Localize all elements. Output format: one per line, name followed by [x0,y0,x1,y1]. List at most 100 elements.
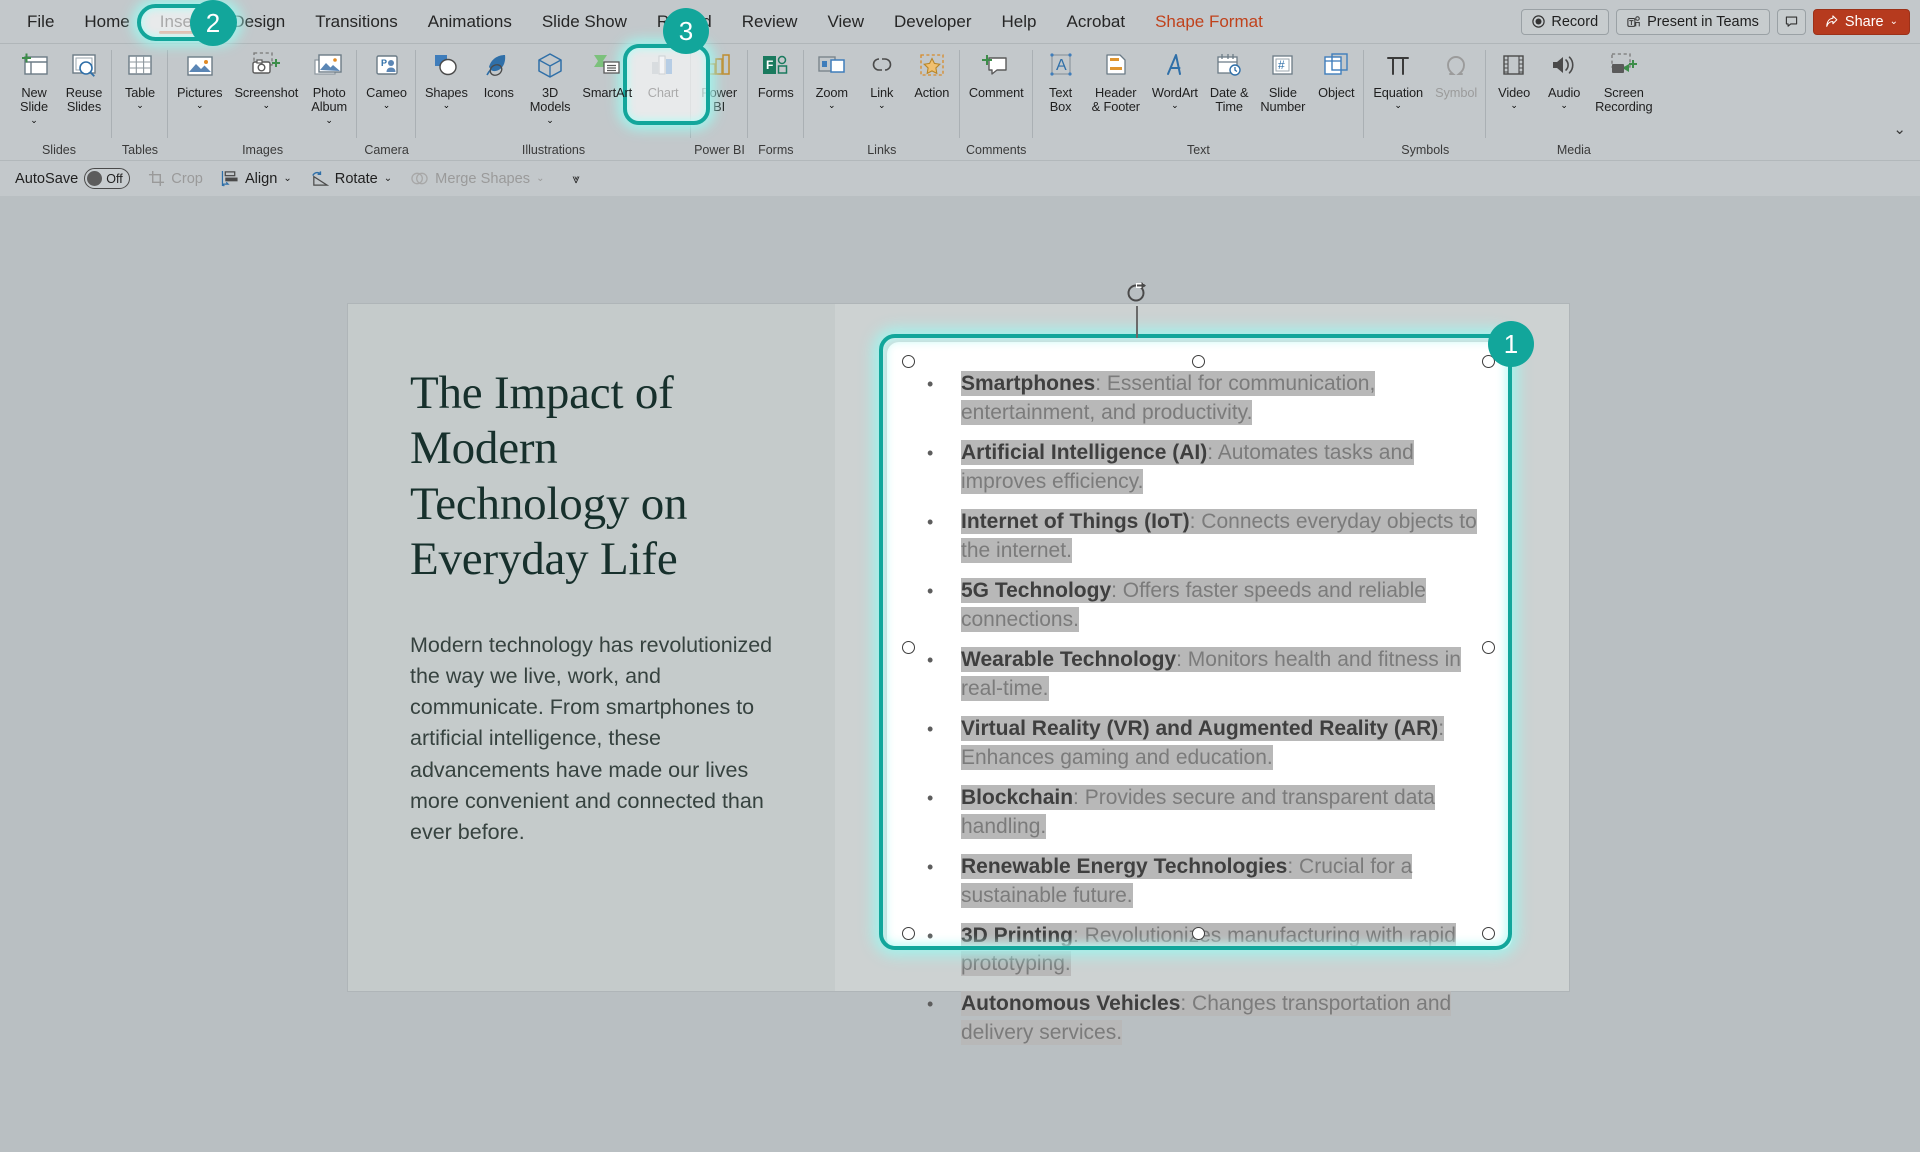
wordart-button[interactable]: WordArt ⌄ [1146,44,1204,110]
audio-button[interactable]: Audio ⌄ [1539,44,1589,110]
tab-acrobat[interactable]: Acrobat [1051,8,1140,35]
list-item[interactable]: • 3D Printing: Revolutionizes manufactur… [927,922,1486,980]
slide[interactable]: The Impact of Modern Technology on Every… [348,282,1569,1046]
audio-label: Audio [1548,85,1581,100]
table-label: Table [124,85,156,100]
new-slide-button[interactable]: New Slide ⌄ [9,44,59,125]
tab-developer[interactable]: Developer [879,8,987,35]
chevron-down-icon[interactable]: ⌄ [383,101,391,110]
chevron-down-icon[interactable]: ⌄ [196,101,204,110]
chevron-down-icon[interactable]: ⌄ [30,115,38,125]
screenshot-icon [249,49,283,83]
selection-handle-top-center[interactable] [1192,355,1205,368]
list-item[interactable]: • Virtual Reality (VR) and Augmented Rea… [927,715,1486,773]
list-item[interactable]: • Wearable Technology: Monitors health a… [927,646,1486,704]
text-box-icon: A [1046,49,1076,83]
slide-body-paragraph[interactable]: Modern technology has revolutionized the… [410,630,775,848]
merge-shapes-button[interactable]: Merge Shapes ⌄ [403,167,551,190]
ribbon-group-label-media: Media [1556,142,1591,157]
chevron-down-icon[interactable]: ⌄ [878,101,886,110]
comment-button[interactable]: Comment [963,44,1030,100]
video-icon [1499,49,1529,83]
action-button[interactable]: Action [907,44,957,100]
list-item[interactable]: • Smartphones: Essential for communicati… [927,370,1486,428]
selection-handle-top-left[interactable] [902,355,915,368]
header-footer-button[interactable]: Header & Footer [1086,44,1146,115]
screen-recording-button[interactable]: Screen Recording [1589,44,1658,115]
symbol-button[interactable]: Symbol [1429,44,1483,100]
chevron-down-icon[interactable]: ⌄ [1171,101,1179,110]
merge-shapes-label: Merge Shapes [435,170,531,187]
pictures-button[interactable]: Pictures ⌄ [171,44,228,110]
zoom-button[interactable]: Zoom ⌄ [807,44,857,110]
reuse-slides-button[interactable]: Reuse Slides [59,44,109,115]
photo-album-button[interactable]: Photo Album ⌄ [304,44,354,125]
power-bi-button[interactable]: Power BI [694,44,744,115]
shapes-button[interactable]: Shapes ⌄ [419,44,474,110]
autosave-toggle[interactable]: Off [84,168,131,189]
equation-button[interactable]: Equation ⌄ [1367,44,1429,110]
screenshot-button[interactable]: Screenshot ⌄ [228,44,304,110]
action-icon [917,49,947,83]
rotate-button[interactable]: Rotate ⌄ [303,167,399,190]
chevron-down-icon[interactable]: ⌄ [325,115,333,125]
chevron-down-icon[interactable]: ⌄ [828,101,836,110]
present-in-teams-button[interactable]: Present in Teams [1616,8,1770,35]
ribbon-collapse-button[interactable]: ⌄ [1893,120,1906,138]
tab-shape-format[interactable]: Shape Format [1140,8,1278,35]
list-item[interactable]: • Blockchain: Provides secure and transp… [927,784,1486,842]
tab-view[interactable]: View [812,8,879,35]
tab-slide-show[interactable]: Slide Show [527,8,642,35]
selection-handle-bottom-center[interactable] [1192,927,1205,940]
list-item[interactable]: • Autonomous Vehicles: Changes transport… [927,990,1486,1048]
chevron-down-icon[interactable]: ⌄ [136,101,144,110]
list-item[interactable]: • 5G Technology: Offers faster speeds an… [927,577,1486,635]
smartart-button[interactable]: SmartArt [576,44,638,100]
autosave-control[interactable]: AutoSave Off [8,165,137,192]
slide-title[interactable]: The Impact of Modern Technology on Every… [410,366,775,588]
chevron-down-icon[interactable]: ⌄ [1510,101,1518,110]
share-button[interactable]: Share ⌄ [1812,8,1910,35]
power-bi-icon [704,49,734,83]
text-box-button[interactable]: A Text Box [1036,44,1086,115]
selection-handle-bottom-left[interactable] [902,927,915,940]
bullet-list[interactable]: • Smartphones: Essential for communicati… [927,370,1486,1059]
chevron-down-icon[interactable]: ⌄ [443,101,451,110]
comments-button[interactable] [1776,8,1806,35]
chevron-down-icon[interactable]: ⌄ [546,115,554,125]
tab-review[interactable]: Review [727,8,813,35]
video-button[interactable]: Video ⌄ [1489,44,1539,110]
object-button[interactable]: Object [1311,44,1361,100]
align-button[interactable]: Align ⌄ [214,167,299,190]
tab-file[interactable]: File [12,8,69,35]
tab-transitions[interactable]: Transitions [300,8,413,35]
3d-models-button[interactable]: 3D Models ⌄ [524,44,577,125]
crop-button[interactable]: Crop [141,167,210,190]
selection-handle-middle-right[interactable] [1482,641,1495,654]
date-time-button[interactable]: Date & Time [1204,44,1255,115]
chevron-down-icon[interactable]: ⌄ [1394,101,1402,110]
chevron-down-icon[interactable]: ⌄ [263,101,271,110]
cameo-button[interactable]: P Cameo ⌄ [360,44,413,110]
forms-button[interactable]: F Forms [751,44,801,100]
tab-animations[interactable]: Animations [413,8,527,35]
more-commands-button[interactable]: ⩔ [565,168,586,190]
bullet-term: Smartphones [961,372,1096,395]
table-button[interactable]: Table ⌄ [115,44,165,110]
rotate-handle[interactable] [1124,280,1150,306]
tab-home[interactable]: Home [69,8,144,35]
chevron-down-icon[interactable]: ⌄ [1560,101,1568,110]
list-item[interactable]: • Internet of Things (IoT): Connects eve… [927,508,1486,566]
list-item[interactable]: • Artificial Intelligence (AI): Automate… [927,439,1486,497]
selection-handle-bottom-right[interactable] [1482,927,1495,940]
icons-button[interactable]: Icons [474,44,524,100]
selected-textbox-container[interactable]: • Smartphones: Essential for communicati… [879,334,1516,1046]
link-button[interactable]: Link ⌄ [857,44,907,110]
list-item[interactable]: • Renewable Energy Technologies: Crucial… [927,853,1486,911]
slide-number-button[interactable]: # Slide Number [1254,44,1311,115]
record-button[interactable]: Record [1521,8,1610,35]
svg-text:A: A [1056,57,1067,74]
tab-help[interactable]: Help [987,8,1052,35]
selection-handle-middle-left[interactable] [902,641,915,654]
ribbon-group-text: A Text Box Header & Footer WordArt ⌄ Dat… [1031,44,1365,160]
